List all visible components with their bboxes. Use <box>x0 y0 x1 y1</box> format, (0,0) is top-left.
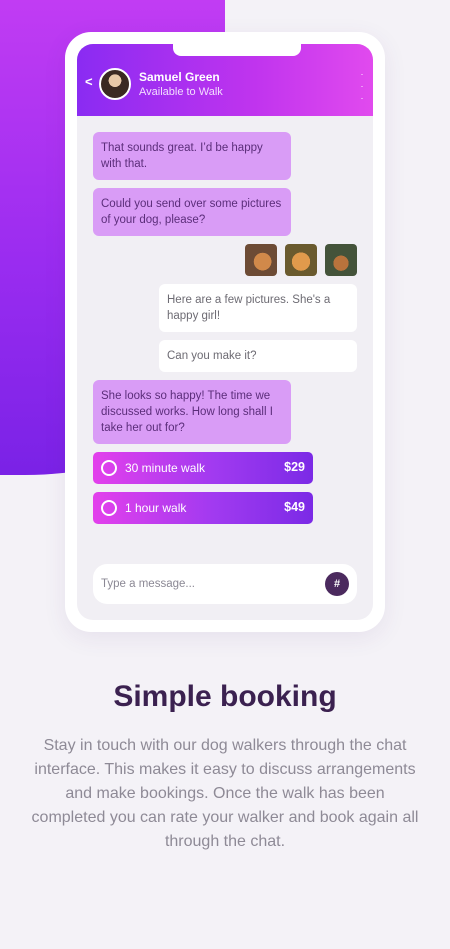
message-bubble-outgoing: Can you make it? <box>159 340 357 372</box>
message-bubble-incoming: Could you send over some pictures of you… <box>93 188 291 236</box>
message-input-bar: # <box>93 564 357 604</box>
section-description: Stay in touch with our dog walkers throu… <box>31 737 419 850</box>
more-options-icon[interactable]: · · · <box>359 68 365 104</box>
message-bubble-incoming: She looks so happy! The time we discusse… <box>93 380 291 444</box>
dog-photo-3[interactable] <box>325 244 357 276</box>
walk-option-label: 1 hour walk <box>125 501 187 515</box>
dog-photo-1[interactable] <box>245 244 277 276</box>
message-bubble-outgoing: Here are a few pictures. She's a happy g… <box>159 284 357 332</box>
walk-option-price: $29 <box>284 460 305 474</box>
contact-status: Available to Walk <box>139 86 223 98</box>
contact-name: Samuel Green <box>139 70 220 84</box>
radio-circle-icon[interactable] <box>101 460 117 476</box>
avatar[interactable] <box>99 68 131 100</box>
walk-option-1-hour[interactable]: 1 hour walk $49 <box>93 492 313 524</box>
walk-option-price: $49 <box>284 500 305 514</box>
message-input[interactable] <box>101 574 321 594</box>
radio-circle-icon[interactable] <box>101 500 117 516</box>
send-icon[interactable]: # <box>325 572 349 596</box>
phone-mockup: < Samuel Green Available to Walk · · · Tha… <box>65 32 385 632</box>
dog-photo-2[interactable] <box>285 244 317 276</box>
walk-option-30-minute[interactable]: 30 minute walk $29 <box>93 452 313 484</box>
back-icon[interactable]: < <box>85 74 93 89</box>
chat-screen: < Samuel Green Available to Walk · · · Tha… <box>77 44 373 620</box>
section-title: Simple booking <box>113 680 337 713</box>
walk-option-label: 30 minute walk <box>125 461 206 475</box>
message-bubble-incoming: That sounds great. I’d be happy with tha… <box>93 132 291 180</box>
phone-notch <box>173 44 301 56</box>
